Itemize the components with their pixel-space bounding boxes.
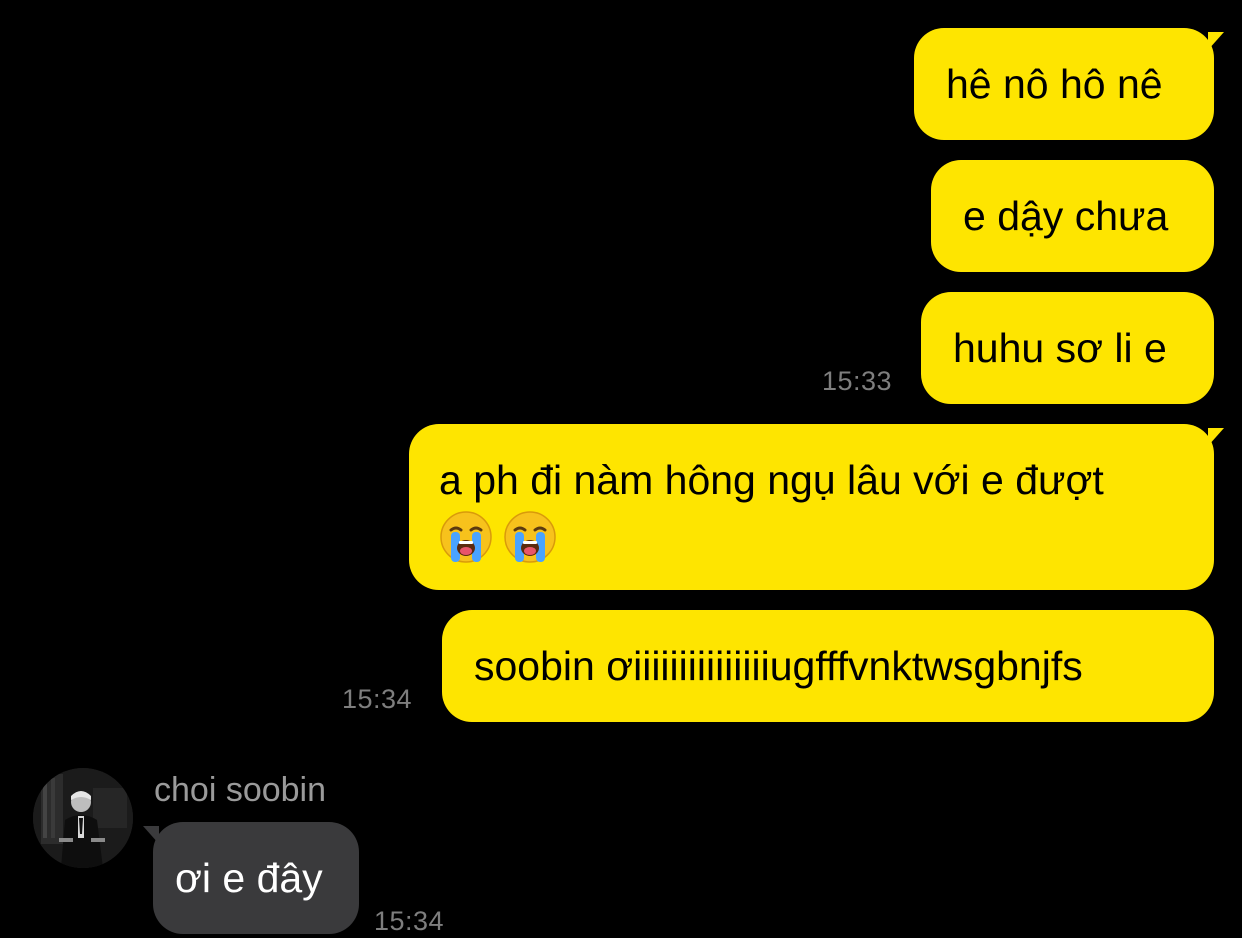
loudly-crying-face-icon [440, 511, 492, 563]
avatar[interactable] [33, 768, 133, 868]
message-timestamp: 15:34 [374, 906, 445, 936]
incoming-message[interactable]: ơi e đây [153, 822, 359, 934]
profile-photo-icon [33, 768, 133, 868]
bubble-tail [1208, 428, 1224, 446]
message-timestamp: 15:33 [822, 366, 893, 396]
bubble-tail [1208, 32, 1224, 50]
outgoing-message[interactable]: a ph đi nàm hông ngụ lâu với e đượt [409, 424, 1214, 590]
message-text: hê nô hô nê [946, 61, 1163, 107]
message-text: huhu sơ li e [953, 325, 1167, 371]
outgoing-message[interactable]: soobin ơiiiiiiiiiiiiiiiugfffvnktwsgbnjfs [442, 610, 1214, 722]
outgoing-message[interactable]: hê nô hô nê [914, 28, 1214, 140]
message-text: e dậy chưa [963, 193, 1169, 239]
outgoing-message[interactable]: e dậy chưa [931, 160, 1214, 272]
emoji-row [439, 510, 1214, 564]
message-text: soobin ơiiiiiiiiiiiiiiiugfffvnktwsgbnjfs [474, 643, 1083, 689]
message-text: ơi e đây [175, 855, 323, 901]
message-timestamp: 15:34 [342, 684, 413, 714]
loudly-crying-face-icon [504, 511, 556, 563]
outgoing-message[interactable]: huhu sơ li e [921, 292, 1214, 404]
bubble-tail [143, 826, 159, 844]
sender-name: choi soobin [154, 771, 327, 809]
message-text: a ph đi nàm hông ngụ lâu với e đượt [439, 457, 1104, 503]
